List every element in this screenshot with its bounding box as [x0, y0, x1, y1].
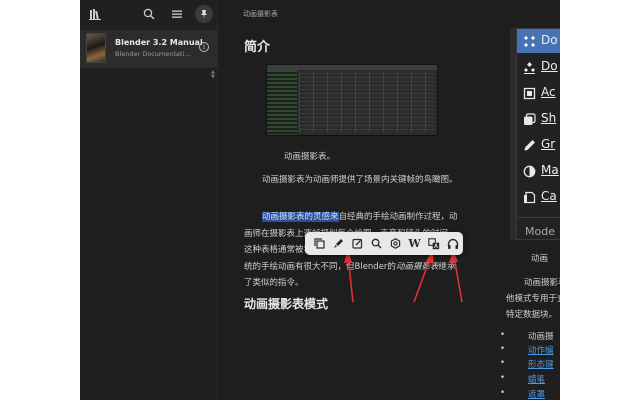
- dope-sheet-icon: [521, 59, 537, 75]
- book-cover: [86, 33, 106, 63]
- menu-icon[interactable]: [168, 5, 186, 23]
- wikipedia-icon[interactable]: W: [406, 235, 423, 252]
- sidebar-toolbar: [80, 0, 218, 28]
- mode-menu-screenshot: Do Do Ac Sh Gr Ma Ca Mode: [510, 28, 560, 240]
- mode-menu: Do Do Ac Sh Gr Ma Ca Mode: [516, 28, 560, 240]
- scroll-arrows-icon[interactable]: ▲ ▼: [211, 70, 215, 80]
- page-breadcrumb: 动画摄影表: [243, 10, 278, 18]
- paragraph-intro: 动画摄影表为动画师提供了场景内关键帧的鸟瞰图。: [262, 175, 458, 185]
- pin-icon[interactable]: [195, 5, 213, 23]
- app-window: Blender 3.2 Manual Blender Documentation…: [80, 0, 560, 400]
- headphones-icon[interactable]: [444, 235, 461, 252]
- menu-item-dope-sheet-selected: Do: [517, 29, 560, 53]
- book-subtitle: Blender Documentation T...: [115, 50, 193, 58]
- figure-caption: 动画摄影表。: [284, 152, 336, 162]
- book-title: Blender 3.2 Manual: [115, 38, 203, 47]
- grease-pencil-icon: [521, 137, 537, 153]
- selected-text[interactable]: 动画摄影表的灵感来: [262, 212, 339, 222]
- library-sidebar: Blender 3.2 Manual Blender Documentation…: [80, 0, 218, 400]
- reader-content: 动画摄影表 简介 动画摄影表。 动画摄影表为动画师提供了场景内关键帧的鸟瞰图。 …: [218, 0, 560, 400]
- right-figure-caption: 动画: [531, 254, 549, 264]
- mask-icon: [521, 163, 537, 179]
- action-icon: [521, 85, 537, 101]
- intro-heading: 简介: [244, 40, 271, 55]
- info-icon[interactable]: i: [199, 42, 209, 52]
- openai-icon[interactable]: [387, 235, 404, 252]
- menu-item-dope-sheet: Do: [517, 55, 560, 79]
- menu-item-mask: Ma: [517, 159, 560, 183]
- annotation-arrows: [343, 250, 463, 303]
- copy-icon[interactable]: [311, 235, 328, 252]
- search-icon[interactable]: [368, 235, 385, 252]
- translate-icon[interactable]: [425, 235, 442, 252]
- menu-item-action: Ac: [517, 81, 560, 105]
- shape-key-icon: [521, 111, 537, 127]
- right-text-line-3: 特定数据块。: [506, 310, 558, 320]
- edit-note-icon[interactable]: [349, 235, 366, 252]
- menu-item-cache: Ca: [517, 185, 560, 209]
- dope-sheet-icon: [521, 33, 537, 49]
- highlighter-icon[interactable]: [330, 235, 347, 252]
- right-text-line-2: 他模式专用于查看: [506, 294, 560, 304]
- emphasis-text: 动画摄影表: [395, 261, 439, 272]
- menu-item-shape-key: Sh: [517, 107, 560, 131]
- cache-icon: [521, 189, 537, 205]
- selection-toolbar: W: [305, 232, 463, 255]
- right-text-line-1: 动画摄影表模: [524, 278, 560, 288]
- modes-heading: 动画摄影表模式: [244, 297, 329, 311]
- menu-mode-label: Mode: [525, 225, 555, 238]
- search-icon[interactable]: [140, 5, 158, 23]
- book-list-item[interactable]: Blender 3.2 Manual Blender Documentation…: [80, 30, 218, 68]
- dope-sheet-screenshot: [266, 64, 438, 136]
- menu-item-grease-pencil: Gr: [517, 133, 560, 157]
- library-icon[interactable]: [86, 5, 104, 23]
